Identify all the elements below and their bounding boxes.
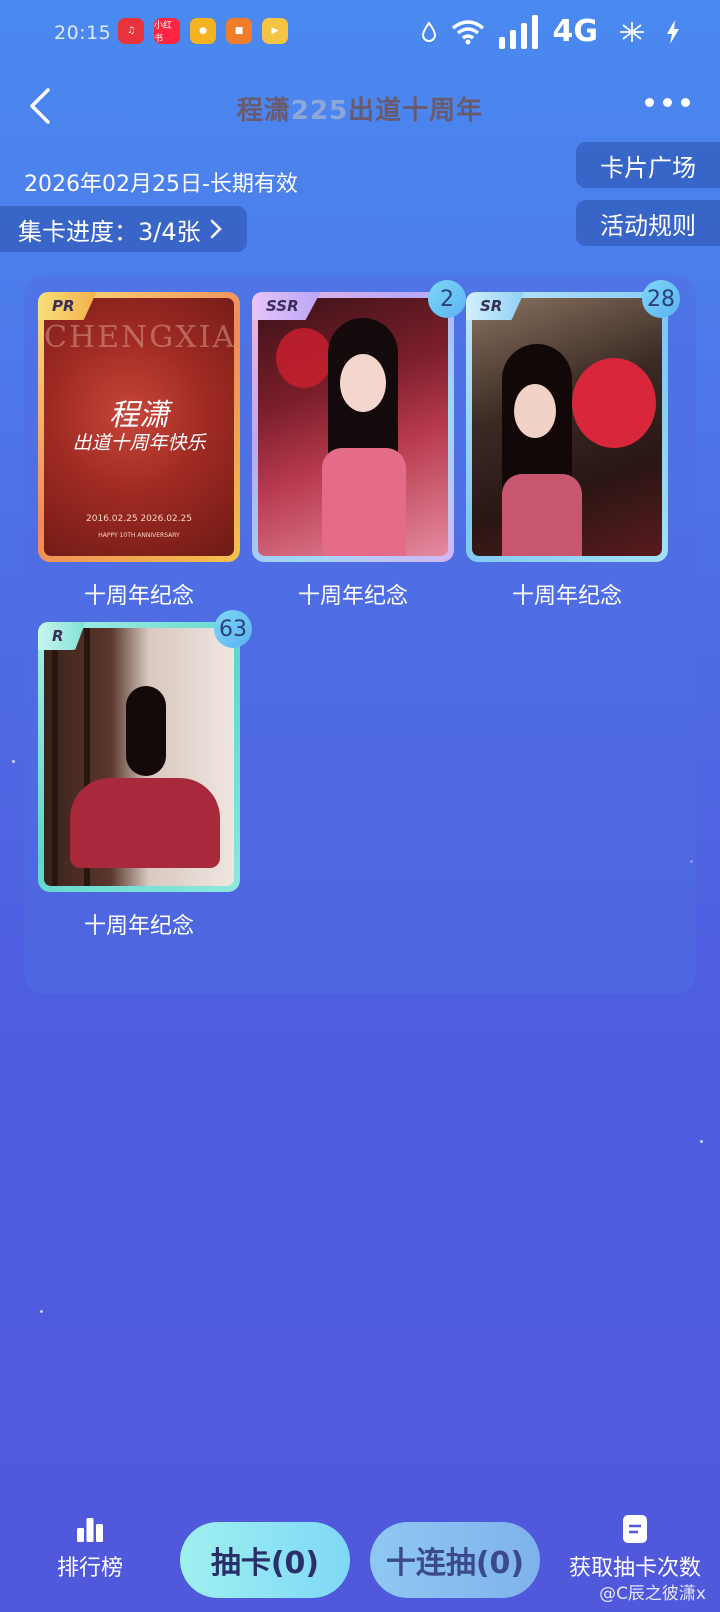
card-frame: SR bbox=[466, 292, 668, 562]
collection-progress-label: 集卡进度：3/4张 bbox=[18, 217, 201, 246]
title-suffix: 出道十周年 bbox=[348, 96, 484, 126]
art-dress-shape bbox=[322, 448, 406, 556]
page-title: 程潇225出道十周年 bbox=[0, 90, 720, 127]
art-dress-shape bbox=[70, 778, 220, 868]
art-face-shape bbox=[514, 384, 556, 438]
ranking-label: 排行榜 bbox=[56, 1556, 123, 1581]
signal-icon bbox=[498, 14, 538, 49]
card-frame: CHENGXIAO 程潇 出道十周年快乐 2016.02.25 2026.02.… bbox=[38, 292, 240, 562]
status-app-icons: ♫ 小红书 ● ■ ▶ bbox=[118, 18, 288, 44]
card-count-badge: 28 bbox=[642, 280, 680, 318]
card-artwork-anniversary-poster: CHENGXIAO 程潇 出道十周年快乐 2016.02.25 2026.02.… bbox=[44, 298, 234, 556]
title-number: 225 bbox=[290, 96, 349, 126]
card-count-badge: 2 bbox=[428, 280, 466, 318]
card-name: 十周年纪念 bbox=[297, 584, 408, 609]
art-face-shape bbox=[340, 354, 386, 412]
video-app-icon: ▶ bbox=[262, 18, 288, 44]
bottom-action-bar: 排行榜 抽卡(0) 十连抽(0) 获取抽卡次数 @C辰之彼潇x bbox=[0, 1500, 720, 1612]
draw-card-button[interactable]: 抽卡(0) bbox=[180, 1522, 350, 1598]
watermark: @C辰之彼潇x bbox=[599, 1584, 706, 1604]
collection-progress-button[interactable]: 集卡进度：3/4张 bbox=[0, 206, 247, 252]
snowflake-battery-icon bbox=[620, 21, 644, 42]
card-artwork-portrait bbox=[472, 298, 662, 556]
more-dot-icon bbox=[645, 98, 654, 107]
music-app-icon: ♫ bbox=[118, 18, 144, 44]
card-count-badge: 63 bbox=[214, 610, 252, 648]
bar-chart-icon bbox=[77, 1518, 103, 1542]
more-dot-icon bbox=[663, 98, 672, 107]
title-name: 程潇 bbox=[236, 96, 291, 126]
sparkle-decoration bbox=[700, 1140, 703, 1143]
weibo-app-icon: ● bbox=[190, 18, 216, 44]
art-window-frame bbox=[52, 628, 58, 886]
art-title-text: 出道十周年快乐 bbox=[72, 432, 206, 454]
chevron-right-icon bbox=[210, 219, 222, 239]
sparkle-decoration bbox=[40, 1310, 43, 1313]
status-time: 20:15 bbox=[54, 22, 112, 44]
card-name: 十周年纪念 bbox=[83, 584, 194, 609]
art-rose-shape bbox=[276, 328, 332, 388]
card-collection-panel: CHENGXIAO 程潇 出道十周年快乐 2016.02.25 2026.02.… bbox=[24, 276, 696, 994]
card-item[interactable]: R 63 十周年纪念 bbox=[38, 610, 252, 940]
validity-period: 2026年02月25日-长期有效 bbox=[24, 172, 298, 197]
card-item[interactable]: SR 28 十周年纪念 bbox=[466, 280, 680, 610]
activity-rules-button[interactable]: 活动规则 bbox=[576, 200, 720, 246]
art-dates: 2016.02.25 2026.02.25 bbox=[86, 514, 192, 524]
status-bar: 20:15 ♫ 小红书 ● ■ ▶ 4G bbox=[0, 0, 720, 66]
more-options-button[interactable] bbox=[645, 98, 690, 107]
wifi-icon bbox=[451, 19, 484, 44]
art-background-text: CHENGXIAO bbox=[44, 320, 234, 355]
photo-app-icon: ■ bbox=[226, 18, 252, 44]
sparkle-decoration bbox=[12, 760, 15, 763]
card-artwork-portrait bbox=[258, 298, 448, 556]
charging-icon bbox=[667, 19, 679, 44]
card-plaza-button[interactable]: 卡片广场 bbox=[576, 142, 720, 188]
card-frame: SSR bbox=[252, 292, 454, 562]
network-type: 4G bbox=[552, 14, 599, 49]
card-name: 十周年纪念 bbox=[511, 584, 622, 609]
art-rose-shape bbox=[572, 358, 656, 448]
art-subtitle: HAPPY 10TH ANNIVERSARY bbox=[98, 532, 180, 539]
get-draws-label: 获取抽卡次数 bbox=[568, 1556, 701, 1581]
ten-draw-button[interactable]: 十连抽(0) bbox=[370, 1522, 540, 1598]
document-icon bbox=[623, 1515, 647, 1543]
art-dress-shape bbox=[502, 474, 582, 556]
more-dot-icon bbox=[681, 98, 690, 107]
card-item[interactable]: SSR 2 十周年纪念 bbox=[252, 280, 466, 610]
ranking-button[interactable]: 排行榜 bbox=[50, 1514, 130, 1582]
water-drop-icon bbox=[421, 20, 436, 42]
art-hair-shape bbox=[126, 686, 166, 776]
card-frame: R bbox=[38, 622, 240, 892]
card-artwork-portrait bbox=[44, 628, 234, 886]
system-indicators: 4G bbox=[421, 14, 681, 49]
card-name: 十周年纪念 bbox=[83, 914, 194, 939]
xiaohongshu-app-icon: 小红书 bbox=[154, 18, 180, 44]
card-item[interactable]: CHENGXIAO 程潇 出道十周年快乐 2016.02.25 2026.02.… bbox=[38, 292, 240, 610]
get-draws-button[interactable]: 获取抽卡次数 bbox=[560, 1514, 710, 1582]
